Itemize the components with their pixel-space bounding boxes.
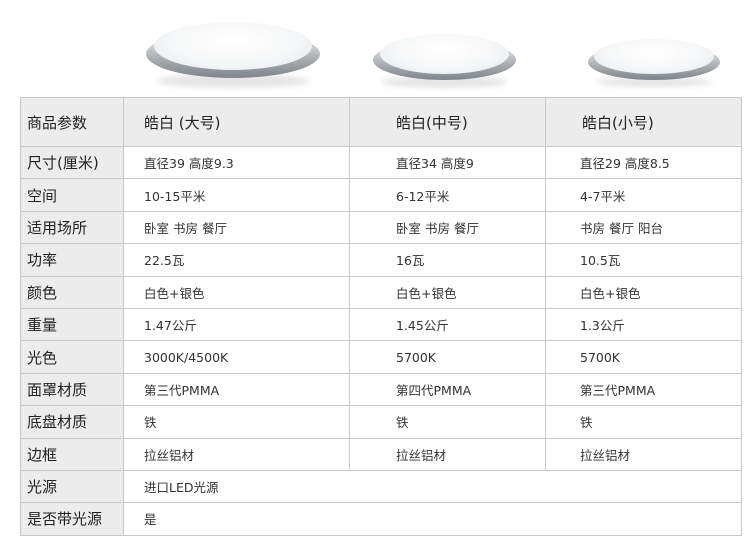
shared-value: 进口LED光源 [123, 469, 742, 504]
table-row-shared: 光源 进口LED光源 [20, 469, 742, 504]
value-small: 4-7平米 [545, 178, 742, 212]
value-small: 拉丝铝材 [545, 437, 742, 471]
shared-value: 是 [123, 502, 742, 536]
value-small: 铁 [545, 405, 742, 439]
large-lamp-image [146, 20, 320, 92]
header-row: 商品参数 皓白 (大号) 皓白(中号) 皓白(小号) [20, 97, 742, 147]
table-row-shared: 是否带光源 是 [20, 502, 742, 536]
spec-table: 商品参数 皓白 (大号) 皓白(中号) 皓白(小号) 尺寸(厘米) 直径39 高… [20, 97, 742, 536]
value-small: 5700K [545, 340, 742, 374]
table-row: 重量 1.47公斤 1.45公斤 1.3公斤 [20, 307, 742, 342]
value-medium: 直径34 高度9 [349, 145, 546, 180]
value-small: 第三代PMMA [545, 372, 742, 407]
row-label: 尺寸(厘米) [20, 145, 124, 180]
small-lamp-image [588, 37, 720, 91]
row-label: 是否带光源 [20, 502, 124, 536]
row-label: 空间 [20, 178, 124, 212]
value-small: 1.3公斤 [545, 307, 742, 342]
value-large: 10-15平米 [123, 178, 350, 212]
value-small: 书房 餐厅 阳台 [545, 210, 742, 245]
value-large: 卧室 书房 餐厅 [123, 210, 350, 245]
model-header-small: 皓白(小号) [545, 97, 742, 147]
table-row: 颜色 白色+银色 白色+银色 白色+银色 [20, 275, 742, 309]
table-row: 空间 10-15平米 6-12平米 4-7平米 [20, 178, 742, 212]
value-large: 白色+银色 [123, 275, 350, 309]
value-medium: 卧室 书房 餐厅 [349, 210, 546, 245]
value-medium: 白色+银色 [349, 275, 546, 309]
value-medium: 铁 [349, 405, 546, 439]
value-large: 铁 [123, 405, 350, 439]
value-large: 第三代PMMA [123, 372, 350, 407]
row-label: 底盘材质 [20, 405, 124, 439]
value-large: 直径39 高度9.3 [123, 145, 350, 180]
value-medium: 16瓦 [349, 243, 546, 277]
value-large: 22.5瓦 [123, 243, 350, 277]
row-label: 边框 [20, 437, 124, 471]
row-label: 重量 [20, 307, 124, 342]
medium-lamp-image [373, 32, 516, 92]
value-small: 白色+银色 [545, 275, 742, 309]
table-row: 功率 22.5瓦 16瓦 10.5瓦 [20, 243, 742, 277]
value-large: 1.47公斤 [123, 307, 350, 342]
param-header: 商品参数 [20, 97, 124, 147]
value-small: 直径29 高度8.5 [545, 145, 742, 180]
value-large: 拉丝铝材 [123, 437, 350, 471]
row-label: 光色 [20, 340, 124, 374]
row-label: 面罩材质 [20, 372, 124, 407]
table-row: 面罩材质 第三代PMMA 第四代PMMA 第三代PMMA [20, 372, 742, 407]
value-medium: 第四代PMMA [349, 372, 546, 407]
row-label: 适用场所 [20, 210, 124, 245]
value-medium: 5700K [349, 340, 546, 374]
value-medium: 1.45公斤 [349, 307, 546, 342]
row-label: 颜色 [20, 275, 124, 309]
value-medium: 6-12平米 [349, 178, 546, 212]
model-header-medium: 皓白(中号) [349, 97, 546, 147]
table-row: 尺寸(厘米) 直径39 高度9.3 直径34 高度9 直径29 高度8.5 [20, 145, 742, 180]
value-small: 10.5瓦 [545, 243, 742, 277]
table-row: 底盘材质 铁 铁 铁 [20, 405, 742, 439]
table-row: 光色 3000K/4500K 5700K 5700K [20, 340, 742, 374]
value-large: 3000K/4500K [123, 340, 350, 374]
table-row: 边框 拉丝铝材 拉丝铝材 拉丝铝材 [20, 437, 742, 471]
value-medium: 拉丝铝材 [349, 437, 546, 471]
table-row: 适用场所 卧室 书房 餐厅 卧室 书房 餐厅 书房 餐厅 阳台 [20, 210, 742, 245]
row-label: 光源 [20, 469, 124, 504]
model-header-large: 皓白 (大号) [123, 97, 350, 147]
row-label: 功率 [20, 243, 124, 277]
